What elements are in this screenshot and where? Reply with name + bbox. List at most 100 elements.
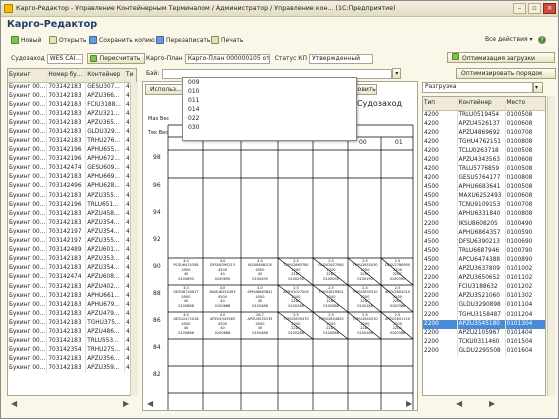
- maximize-button[interactable]: ▫: [528, 3, 541, 14]
- table-row[interactable]: Букинг 00...703142183APHU669...42: [8, 173, 136, 183]
- container-slot[interactable]: 2.5 TRHU2654620 2200 22DC 0100086: [314, 313, 348, 335]
- container-slot[interactable]: 4.0 GESU2471018 4500 40 0100886: [169, 313, 203, 335]
- table-row[interactable]: Букинг 00...703142197APZU354...42: [8, 227, 136, 237]
- table-row[interactable]: 2200 APZU3521060 0101302: [423, 292, 545, 302]
- open-button[interactable]: Открыть: [49, 36, 86, 44]
- table-row[interactable]: 2200 GLDU2295508 0101604: [423, 346, 545, 356]
- status-field[interactable]: Утвержденный: [309, 53, 374, 64]
- container-slot[interactable]: 2.5 TRHU2829501 2200 22DC 0100088: [314, 286, 348, 308]
- table-row[interactable]: Букинг 00...703142183TRLU553...42: [8, 337, 136, 347]
- save-copy-button[interactable]: Сохранить копию: [89, 36, 155, 44]
- table-row[interactable]: Букинг 00...703142183APHU661...42: [8, 291, 136, 301]
- table-row[interactable]: 2200 APZU3637809 0101002: [423, 265, 545, 275]
- table-row[interactable]: Букинг 00...703142183APZU355...42: [8, 191, 136, 201]
- table-row[interactable]: 4500 DFSU6390213 0100690: [423, 237, 545, 247]
- table-row[interactable]: 4200 APZU4343563 0100608: [423, 155, 545, 165]
- table-row[interactable]: 2200 IKSU8608205 0100490: [423, 219, 545, 229]
- bookings-scrollbar[interactable]: [130, 82, 138, 396]
- table-row[interactable]: Букинг 00...703142197APZU355...42: [8, 237, 136, 247]
- container-slot[interactable]: 2.5 TRHU2865780 2200 22DC 0100290: [279, 259, 313, 281]
- table-row[interactable]: Букинг 00...703142183APZU366...42: [8, 91, 136, 101]
- table-row[interactable]: 4500 APHU6683641 0100508: [423, 183, 545, 193]
- table-row[interactable]: Букинг 00...703142183APZU354...42: [8, 218, 136, 228]
- table-row[interactable]: 4500 APCU6474388 0100890: [423, 255, 545, 265]
- table-row[interactable]: Букинг 00...703142183TGHU375...42: [8, 318, 136, 328]
- containers-col-header[interactable]: Тип: [423, 97, 458, 111]
- table-row[interactable]: 4200 APZU4869692 0100708: [423, 128, 545, 138]
- plan-field[interactable]: Карго-План 000000105 от 12.05...: [184, 53, 270, 64]
- table-row[interactable]: Букинг 00...703142183APZU458...42: [8, 209, 136, 219]
- bay-option[interactable]: 010: [183, 87, 356, 96]
- table-row[interactable]: Букинг 00...703142196APHU672...42: [8, 155, 136, 165]
- container-slot[interactable]: 4.0 APHU6683641 4500 40 0100488: [242, 286, 278, 308]
- container-slot[interactable]: 4.0 APZU4343563 4500 40 0100686: [204, 313, 241, 335]
- table-row[interactable]: Букинг 00...703142196APHU655...42: [8, 146, 136, 156]
- table-row[interactable]: 4500 APHU6864357 0100590: [423, 228, 545, 238]
- table-row[interactable]: Букинг 00...703142354TRHU275...42: [8, 346, 136, 356]
- container-slot[interactable]: 4.0 GESU6740617 4500 40 0100888: [169, 286, 203, 308]
- table-row[interactable]: Букинг 00...703142183FCIU3188...42: [8, 100, 136, 110]
- table-row[interactable]: Букинг 00...703142183APZU354...42: [8, 264, 136, 274]
- container-slot[interactable]: 2.5 APZU2802010 2200 22DC 0100388: [382, 286, 413, 308]
- bookings-col-header[interactable]: Ти: [124, 69, 136, 83]
- minimize-button[interactable]: –: [513, 3, 526, 14]
- table-row[interactable]: Букинг 00...703142183APZU365...42: [8, 118, 136, 128]
- table-row[interactable]: 4200 TCLU0263718 0100508: [423, 146, 545, 156]
- table-row[interactable]: 4200 GESU5764177 0100808: [423, 174, 545, 184]
- container-slot[interactable]: 2.5 TRHU2635470 2200 22DC 0100286: [279, 313, 313, 335]
- bay-option[interactable]: 030: [183, 123, 356, 132]
- table-row[interactable]: 2200 APZU3650652 0101102: [423, 274, 545, 284]
- container-slot[interactable]: 4.0 DFSU6390213 4500 40 0100690: [204, 259, 241, 281]
- container-slot[interactable]: 2.5 TRHU2652030 2200 22DC 0100190: [349, 259, 381, 281]
- optimize-order-button[interactable]: Оптимизировать порядок: [456, 68, 556, 79]
- table-row[interactable]: 4200 TRLU5776859 0100508: [423, 164, 545, 175]
- table-row[interactable]: 4200 APZU4526137 0100608: [423, 119, 545, 129]
- bay-option[interactable]: 009: [183, 78, 356, 87]
- table-row[interactable]: 4500 MAXU6252493 0100608: [423, 192, 545, 202]
- table-row[interactable]: 2200 TGHU3158487 0101204: [423, 310, 545, 320]
- container-slot[interactable]: 4.0 MAXU6252493 4500 40 0100688: [204, 286, 241, 308]
- table-row[interactable]: Букинг 00...703142183APZU402...42: [8, 282, 136, 292]
- table-row[interactable]: 2200 APZU3545180 0101304: [423, 319, 545, 329]
- container-slot[interactable]: 2.5 APZU2651110 2200 22DC 0100386: [382, 313, 413, 335]
- container-slot[interactable]: 2.5 AMFU2027005 2200 22DC 0100288: [279, 286, 313, 308]
- table-row[interactable]: Букинг 00...703142183APHU679...42: [8, 300, 136, 310]
- bookings-col-header[interactable]: Букинг: [8, 69, 48, 83]
- container-slot[interactable]: 2.5 GESU2786950 2200 22DC 0100390: [382, 259, 413, 281]
- table-row[interactable]: Букинг 00...703142196TRLU651...42: [8, 200, 136, 210]
- close-button[interactable]: ×: [543, 3, 556, 14]
- bay-dropdown-button[interactable]: ▾: [392, 68, 402, 79]
- table-row[interactable]: 4500 APHU6331840 0100808: [423, 210, 545, 220]
- bookings-col-header[interactable]: Номер бу...: [46, 69, 87, 83]
- table-row[interactable]: Букинг 00...703142183GLDU329...42: [8, 127, 136, 137]
- print-button[interactable]: Печать: [211, 36, 243, 44]
- operation-dropdown-button[interactable]: ▾: [533, 82, 543, 93]
- bay-option[interactable]: 011: [183, 96, 356, 105]
- bay-option[interactable]: 022: [183, 114, 356, 123]
- bookings-next-icon[interactable]: ▶: [123, 399, 129, 408]
- bay-prev-icon[interactable]: ◀: [147, 399, 153, 408]
- table-row[interactable]: 4500 TCNU9109153 0100708: [423, 201, 545, 211]
- table-row[interactable]: 2200 GLDU3290898 0101104: [423, 301, 545, 311]
- table-row[interactable]: Букинг 00...703142474APZU608...42: [8, 273, 136, 283]
- containers-next-icon[interactable]: ▶: [489, 399, 495, 408]
- containers-prev-icon[interactable]: ◀: [456, 399, 462, 408]
- rewrite-button[interactable]: Перезаписать: [156, 36, 210, 44]
- table-row[interactable]: Букинг 00...703142183TRHU276...42: [8, 136, 136, 147]
- table-row[interactable]: 2200 TCKU0311460 0101504: [423, 337, 545, 347]
- help-button[interactable]: ?: [538, 36, 546, 44]
- all-actions-menu[interactable]: Все действия ▾: [485, 36, 533, 43]
- operation-select[interactable]: Разгрузка: [422, 82, 533, 93]
- containers-scrollbar[interactable]: [547, 96, 555, 396]
- container-slot[interactable]: 2.5 TRHU2640230 2200 22DC 0100186: [349, 313, 381, 335]
- new-button[interactable]: Новый: [11, 36, 41, 44]
- table-row[interactable]: 4200 TRLU0519454 0100508: [423, 110, 545, 120]
- table-row[interactable]: Букинг 00...703142183APZU359...42: [8, 364, 136, 374]
- container-slot[interactable]: 2.5 GLDU2627060 2200 22DC 0100090: [314, 259, 348, 281]
- table-row[interactable]: 2200 APZU2105967 0101404: [423, 328, 545, 338]
- table-row[interactable]: Букинг 00...703142183APZU321...42: [8, 109, 136, 119]
- table-row[interactable]: Букинг 00...703142183GESU307...42: [8, 82, 136, 92]
- table-row[interactable]: Букинг 00...703142183APZU486...42: [8, 327, 136, 338]
- container-slot[interactable]: 26.7 APZU4530135 4500 40 0100486: [242, 313, 278, 335]
- optimize-load-button[interactable]: Оптимизация загрузки: [447, 52, 555, 63]
